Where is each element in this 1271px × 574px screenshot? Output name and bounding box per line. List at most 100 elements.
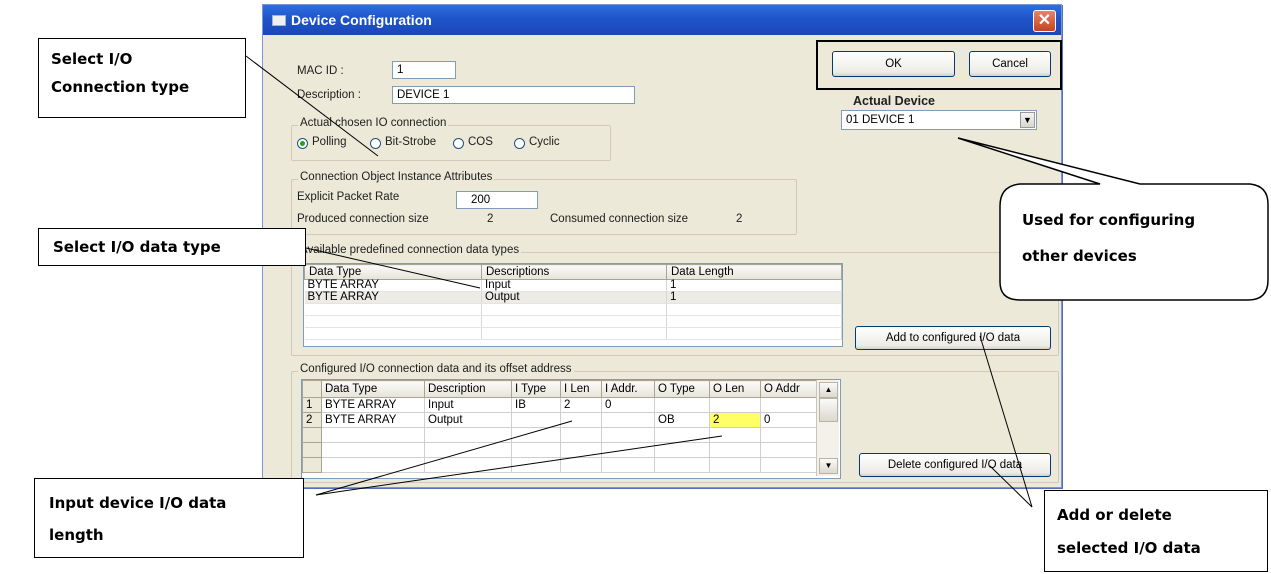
delete-configured-button[interactable]: Delete configured I/O data bbox=[859, 453, 1051, 477]
table-cell[interactable]: 0 bbox=[601, 397, 655, 413]
mac-id-input[interactable]: 1 bbox=[392, 61, 456, 79]
table-cell[interactable] bbox=[601, 412, 655, 428]
callout-line-2: length bbox=[49, 526, 104, 544]
col-header-i-addr[interactable]: I Addr. bbox=[601, 380, 655, 398]
predefined-types-table[interactable]: Data Type Descriptions Data Length BYTE … bbox=[303, 263, 843, 347]
col-header-descriptions[interactable]: Descriptions bbox=[481, 264, 667, 280]
table-cell[interactable]: Input bbox=[424, 397, 512, 413]
window-icon bbox=[272, 15, 286, 26]
table-cell[interactable] bbox=[760, 397, 822, 413]
callout-line-2: other devices bbox=[1022, 247, 1137, 265]
table-row[interactable]: BYTE ARRAY Output 1 bbox=[304, 291, 842, 304]
table-cell[interactable]: IB bbox=[511, 397, 561, 413]
col-header-o-len[interactable]: O Len bbox=[709, 380, 761, 398]
row-header-corner bbox=[302, 380, 322, 398]
callout-data-type: Select I/O data type bbox=[38, 228, 306, 266]
callout-line-2: selected I/O data bbox=[1057, 539, 1201, 557]
table-row[interactable]: 1 BYTE ARRAY Input IB 2 0 bbox=[302, 397, 822, 413]
col-header-o-type[interactable]: O Type bbox=[654, 380, 710, 398]
callout-add-delete: Add or delete selected I/O data bbox=[1044, 490, 1268, 572]
radio-polling-label: Polling bbox=[312, 136, 347, 148]
actual-device-value: 01 DEVICE 1 bbox=[846, 114, 915, 126]
produced-size-label: Produced connection size bbox=[297, 213, 429, 225]
radio-cos-label: COS bbox=[468, 136, 493, 148]
connection-attributes-group: Connection Object Instance Attributes bbox=[291, 171, 797, 235]
table-row[interactable] bbox=[304, 303, 842, 316]
table-cell: Input bbox=[481, 279, 667, 292]
table-row[interactable] bbox=[304, 327, 842, 340]
scroll-thumb[interactable] bbox=[819, 398, 838, 422]
table-row[interactable] bbox=[304, 315, 842, 328]
description-label: Description : bbox=[297, 89, 361, 101]
radio-polling[interactable] bbox=[297, 138, 308, 149]
callout-input-length: Input device I/O data length bbox=[34, 478, 304, 558]
callout-line-1: Select I/O data type bbox=[53, 238, 221, 256]
predefined-types-title: Available predefined connection data typ… bbox=[298, 244, 522, 256]
callout-other-devices: Used for configuring other devices bbox=[1006, 192, 1262, 292]
table-cell[interactable] bbox=[511, 412, 561, 428]
table-row[interactable]: 2 BYTE ARRAY Output OB 2 0 bbox=[302, 412, 822, 428]
description-input[interactable]: DEVICE 1 bbox=[392, 86, 635, 104]
scroll-down-icon[interactable]: ▼ bbox=[819, 458, 838, 474]
table-cell[interactable] bbox=[560, 412, 602, 428]
table-cell[interactable]: 2 bbox=[560, 397, 602, 413]
table-row[interactable] bbox=[302, 427, 822, 443]
ok-cancel-highlight-frame bbox=[816, 40, 1062, 90]
callout-line-1: Input device I/O data bbox=[49, 494, 227, 512]
radio-bit-strobe-label: Bit-Strobe bbox=[385, 136, 437, 148]
io-connection-group-title: Actual chosen IO connection bbox=[298, 117, 449, 129]
table-scrollbar[interactable]: ▲ ▼ bbox=[816, 380, 839, 476]
close-icon[interactable]: ✕ bbox=[1033, 10, 1056, 32]
radio-cyclic[interactable] bbox=[514, 138, 525, 149]
col-header-i-type[interactable]: I Type bbox=[511, 380, 561, 398]
table-cell[interactable]: BYTE ARRAY bbox=[321, 412, 425, 428]
add-to-configured-button[interactable]: Add to configured I/O data bbox=[855, 326, 1051, 350]
table-cell[interactable] bbox=[709, 397, 761, 413]
packet-rate-input[interactable]: 200 bbox=[456, 191, 538, 209]
consumed-size-value: 2 bbox=[736, 213, 743, 225]
col-header-data-type[interactable]: Data Type bbox=[304, 264, 482, 280]
col-header-data-type[interactable]: Data Type bbox=[321, 380, 425, 398]
title-bar[interactable]: Device Configuration ✕ bbox=[263, 5, 1061, 35]
col-header-i-len[interactable]: I Len bbox=[560, 380, 602, 398]
table-header-row: Data Type Description I Type I Len I Add… bbox=[302, 380, 822, 398]
packet-rate-label: Explicit Packet Rate bbox=[297, 191, 400, 203]
actual-device-label: Actual Device bbox=[853, 94, 935, 108]
table-cell: 1 bbox=[666, 279, 842, 292]
col-header-description[interactable]: Description bbox=[424, 380, 512, 398]
col-header-o-addr[interactable]: O Addr bbox=[760, 380, 822, 398]
produced-size-value: 2 bbox=[487, 213, 494, 225]
selected-o-len-cell[interactable]: 2 bbox=[709, 412, 761, 428]
table-cell[interactable] bbox=[654, 397, 710, 413]
callout-line-2: Connection type bbox=[51, 78, 190, 96]
table-cell: 1 bbox=[666, 291, 842, 304]
configured-io-table[interactable]: Data Type Description I Type I Len I Add… bbox=[301, 379, 841, 479]
callout-line-1: Used for configuring bbox=[1022, 211, 1196, 229]
table-cell[interactable]: OB bbox=[654, 412, 710, 428]
callout-line-1: Select I/O bbox=[51, 50, 133, 68]
table-row[interactable] bbox=[302, 457, 822, 473]
callout-line-1: Add or delete bbox=[1057, 506, 1172, 524]
mac-id-label: MAC ID : bbox=[297, 65, 344, 77]
radio-bit-strobe[interactable] bbox=[370, 138, 381, 149]
actual-device-select[interactable]: 01 DEVICE 1 ▼ bbox=[841, 110, 1037, 130]
table-row[interactable]: BYTE ARRAY Input 1 bbox=[304, 279, 842, 292]
dialog-title: Device Configuration bbox=[291, 12, 432, 28]
row-number: 1 bbox=[302, 397, 322, 413]
connection-attributes-title: Connection Object Instance Attributes bbox=[298, 171, 495, 183]
configured-io-title: Configured I/O connection data and its o… bbox=[298, 363, 574, 375]
scroll-up-icon[interactable]: ▲ bbox=[819, 382, 838, 398]
radio-cyclic-label: Cyclic bbox=[529, 136, 560, 148]
table-cell: BYTE ARRAY bbox=[304, 291, 482, 304]
table-row[interactable] bbox=[302, 442, 822, 458]
table-cell: Output bbox=[481, 291, 667, 304]
consumed-size-label: Consumed connection size bbox=[550, 213, 689, 225]
radio-cos[interactable] bbox=[453, 138, 464, 149]
table-cell: BYTE ARRAY bbox=[304, 279, 482, 292]
table-header-row: Data Type Descriptions Data Length bbox=[304, 264, 842, 280]
col-header-data-length[interactable]: Data Length bbox=[666, 264, 842, 280]
table-cell[interactable]: Output bbox=[424, 412, 512, 428]
table-cell[interactable]: 0 bbox=[760, 412, 822, 428]
chevron-down-icon[interactable]: ▼ bbox=[1020, 112, 1035, 128]
table-cell[interactable]: BYTE ARRAY bbox=[321, 397, 425, 413]
